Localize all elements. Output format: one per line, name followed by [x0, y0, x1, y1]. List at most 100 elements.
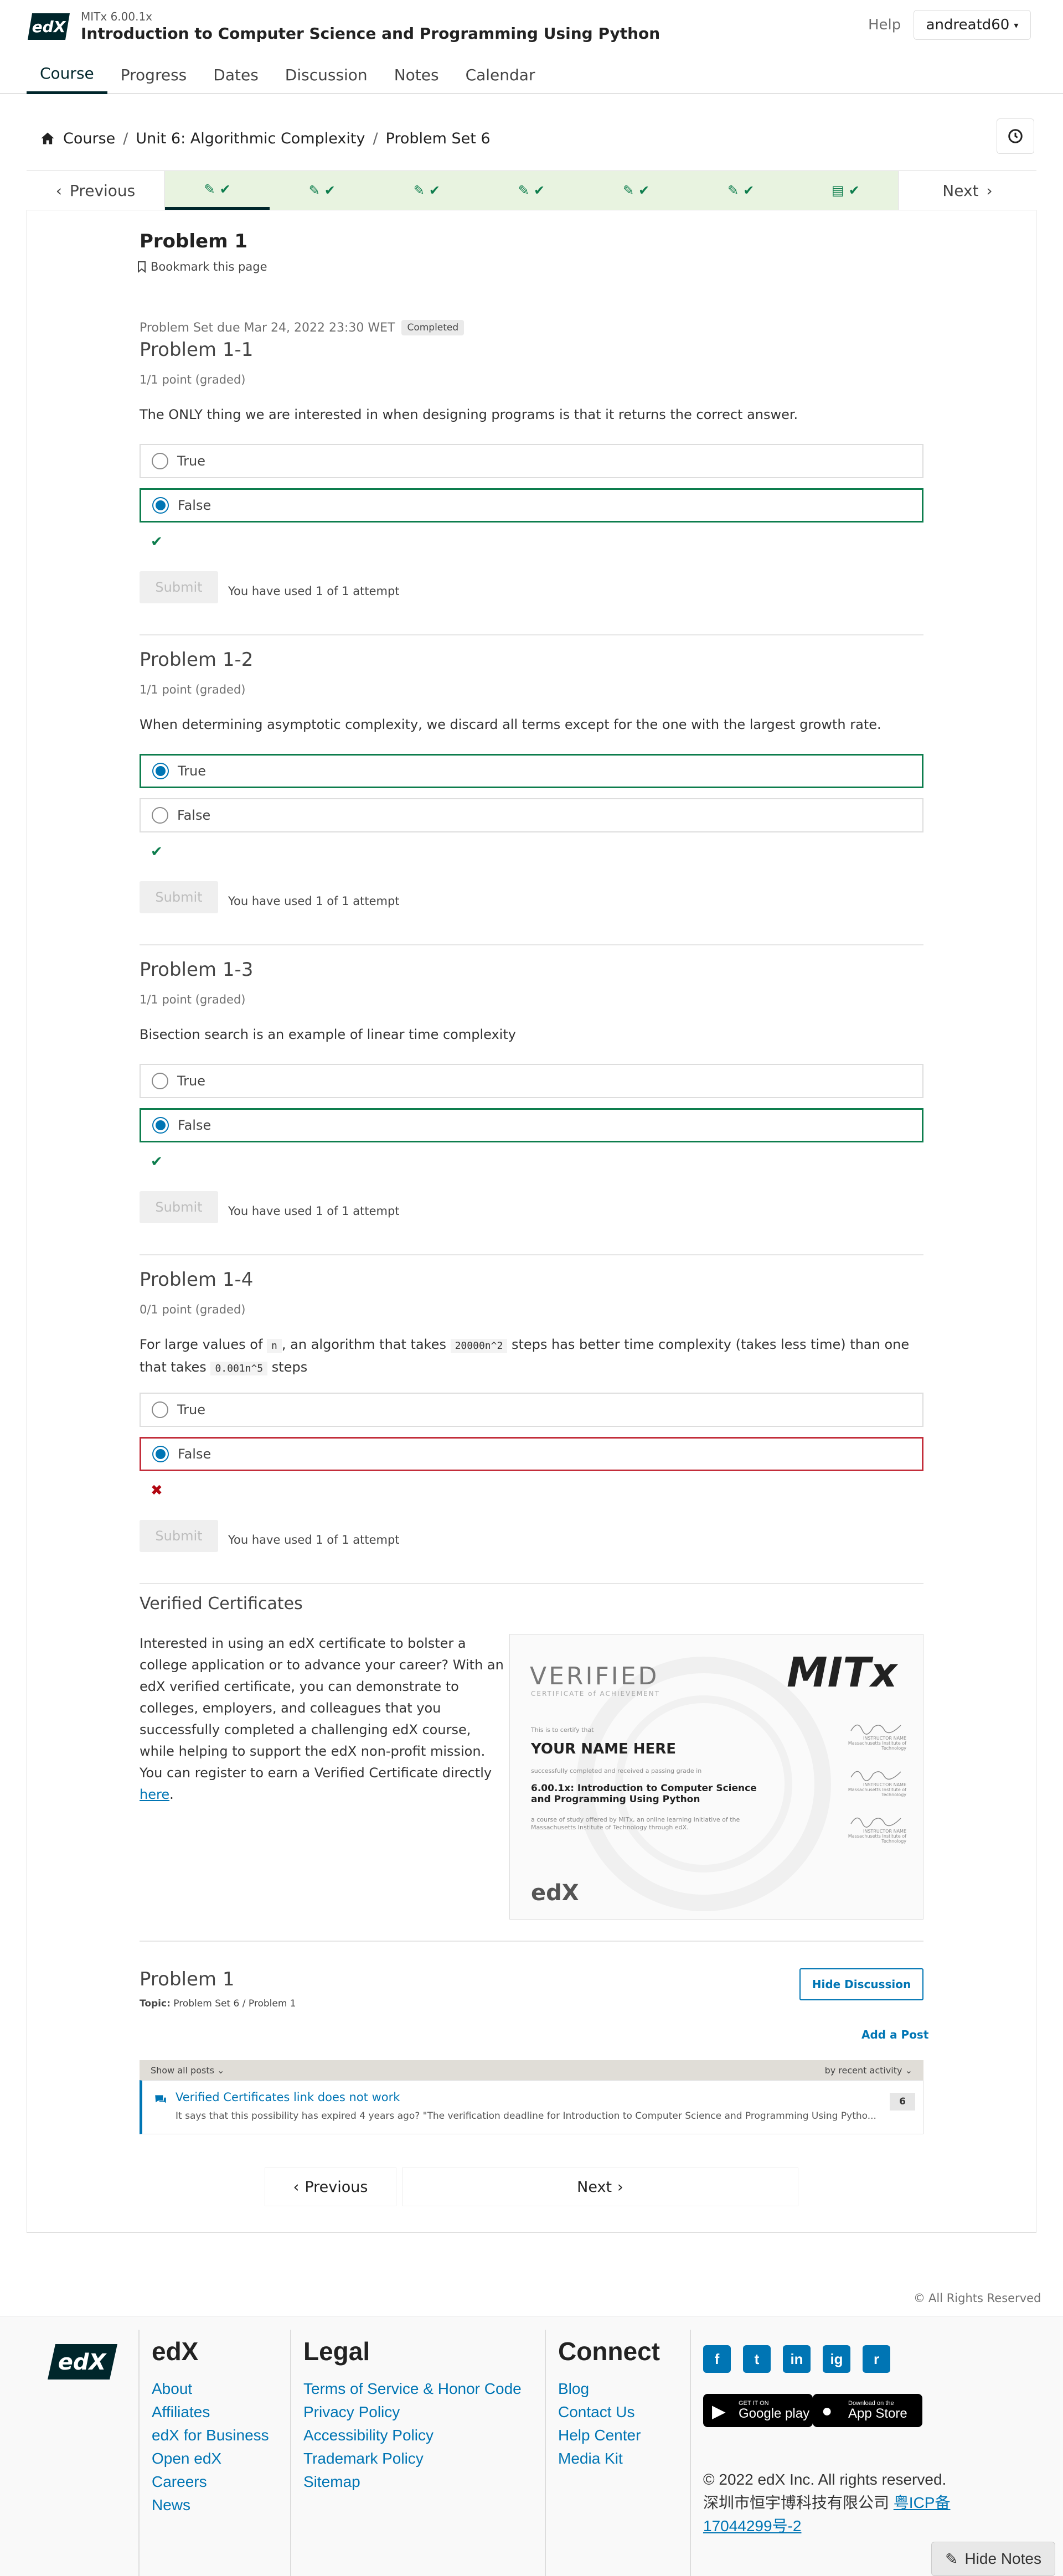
icp-number-link[interactable]: 17044299号-2: [703, 2517, 801, 2534]
document-icon: ▤: [832, 183, 844, 198]
pencil-icon: ✎: [945, 2550, 958, 2568]
choice-true[interactable]: True: [140, 1064, 923, 1098]
sequence-unit-3[interactable]: ✎ ✔: [374, 171, 479, 210]
problem-question: When determining asymptotic complexity, …: [140, 717, 881, 732]
user-menu-button[interactable]: andreatd60 ▾: [914, 10, 1031, 40]
edit-icon: ✎: [518, 183, 529, 198]
radio-button[interactable]: [152, 1446, 169, 1462]
choice-label: True: [178, 763, 206, 779]
sequence-unit-2[interactable]: ✎ ✔: [270, 171, 375, 210]
previous-button[interactable]: ‹ Previous: [265, 2168, 396, 2206]
footer-link-help-center[interactable]: Help Center: [558, 2424, 660, 2447]
linkedin-icon[interactable]: in: [783, 2345, 811, 2373]
breadcrumb-unit[interactable]: Unit 6: Algorithmic Complexity: [136, 130, 365, 147]
footer-link-contact[interactable]: Contact Us: [558, 2401, 660, 2424]
sequence-unit-1[interactable]: ✎ ✔: [165, 171, 270, 210]
tab-discussion[interactable]: Discussion: [272, 55, 381, 94]
reddit-icon[interactable]: r: [863, 2345, 890, 2373]
twitter-icon[interactable]: t: [743, 2345, 771, 2373]
sequence-unit-4[interactable]: ✎ ✔: [479, 171, 584, 210]
tab-course[interactable]: Course: [27, 55, 107, 94]
footer-link-terms[interactable]: Terms of Service & Honor Code: [303, 2377, 522, 2401]
comment-count-badge: 6: [890, 2093, 915, 2111]
bookmark-button[interactable]: Bookmark this page: [137, 260, 267, 273]
incorrect-x-icon: ✖: [151, 1482, 163, 1499]
help-link[interactable]: Help: [868, 17, 901, 33]
footer-link-blog[interactable]: Blog: [558, 2377, 660, 2401]
sequence-unit-6[interactable]: ✎ ✔: [688, 171, 793, 210]
footer-link-careers[interactable]: Careers: [152, 2470, 269, 2494]
submit-button[interactable]: Submit: [140, 1520, 218, 1552]
discussion-title: Problem 1: [140, 1968, 235, 1990]
question-text: For large values of: [140, 1337, 263, 1352]
thread-title[interactable]: Verified Certificates link does not work: [176, 2091, 400, 2104]
sequence-previous-button[interactable]: ‹ Previous: [27, 171, 165, 210]
sort-dropdown[interactable]: by recent activity ⌄: [825, 2065, 912, 2076]
radio-button[interactable]: [152, 763, 169, 779]
radio-button[interactable]: [152, 807, 168, 824]
sequence-next-button[interactable]: Next ›: [898, 171, 1036, 210]
footer-divider: [690, 2330, 691, 2576]
choice-false[interactable]: False: [140, 488, 923, 523]
sequence-next-label: Next: [942, 181, 979, 200]
certificate-edx-logo: edX: [531, 1880, 579, 1906]
footer-link-media-kit[interactable]: Media Kit: [558, 2447, 660, 2470]
submit-button[interactable]: Submit: [140, 881, 218, 913]
footer-edx-logo[interactable]: edX: [47, 2342, 118, 2382]
choice-true[interactable]: True: [140, 754, 923, 788]
instagram-icon[interactable]: ig: [823, 2345, 850, 2373]
discussion-topic: Topic: Problem Set 6 / Problem 1: [140, 1998, 296, 2009]
breadcrumb-problem-set[interactable]: Problem Set 6: [386, 130, 491, 147]
tab-progress[interactable]: Progress: [107, 55, 200, 94]
add-post-link[interactable]: Add a Post: [861, 2028, 928, 2041]
facebook-icon[interactable]: f: [703, 2345, 731, 2373]
certificate-line: a course of study offered by MITx, an on…: [531, 1816, 740, 1831]
icp-link[interactable]: 粤ICP备: [894, 2494, 951, 2511]
footer-link-open-edx[interactable]: Open edX: [152, 2447, 269, 2470]
next-label: Next: [577, 2178, 612, 2196]
verified-register-link[interactable]: here: [140, 1787, 169, 1802]
submit-button[interactable]: Submit: [140, 1191, 218, 1223]
footer-link-about[interactable]: About: [152, 2377, 269, 2401]
topic-value: Problem Set 6 / Problem 1: [173, 1998, 296, 2009]
footer-link-trademark[interactable]: Trademark Policy: [303, 2447, 522, 2470]
sequence-unit-7[interactable]: ▤ ✔: [793, 171, 898, 210]
choice-false[interactable]: False: [140, 1108, 923, 1142]
choice-label: True: [177, 1073, 205, 1089]
institution-label: Massachusetts Institute of Technology: [848, 1787, 906, 1797]
choice-true[interactable]: True: [140, 1393, 923, 1427]
tab-calendar[interactable]: Calendar: [452, 55, 549, 94]
app-store-badge[interactable]: ● Download on the App Store: [813, 2394, 922, 2427]
footer-link-privacy[interactable]: Privacy Policy: [303, 2401, 522, 2424]
submit-button[interactable]: Submit: [140, 571, 218, 603]
edx-logo[interactable]: edX: [27, 11, 71, 42]
footer-link-affiliates[interactable]: Affiliates: [152, 2401, 269, 2424]
breadcrumb-separator: /: [123, 130, 128, 147]
hide-discussion-button[interactable]: Hide Discussion: [799, 1968, 923, 2000]
tab-dates[interactable]: Dates: [200, 55, 272, 94]
discussion-thread[interactable]: Verified Certificates link does not work…: [140, 2080, 923, 2134]
radio-button[interactable]: [152, 1401, 168, 1418]
next-button[interactable]: Next ›: [402, 2168, 798, 2206]
dates-clock-button[interactable]: [997, 118, 1034, 154]
footer-link-sitemap[interactable]: Sitemap: [303, 2470, 522, 2494]
breadcrumb-course[interactable]: Course: [63, 130, 115, 147]
problem-score: 1/1 point (graded): [140, 373, 246, 386]
radio-button[interactable]: [152, 1073, 168, 1089]
radio-button[interactable]: [152, 1117, 169, 1134]
edit-icon: ✎: [623, 183, 634, 198]
choice-false[interactable]: False: [140, 1437, 923, 1471]
show-all-posts-dropdown[interactable]: Show all posts ⌄: [151, 2065, 224, 2076]
footer-link-news[interactable]: News: [152, 2494, 269, 2517]
tab-notes[interactable]: Notes: [381, 55, 452, 94]
choice-false[interactable]: False: [140, 798, 923, 832]
footer-link-business[interactable]: edX for Business: [152, 2424, 269, 2447]
choice-true[interactable]: True: [140, 444, 923, 478]
radio-button[interactable]: [152, 453, 168, 469]
due-date: Problem Set due Mar 24, 2022 23:30 WET C…: [140, 320, 465, 335]
radio-button[interactable]: [152, 497, 169, 514]
hide-notes-button[interactable]: ✎ Hide Notes: [931, 2542, 1055, 2576]
sequence-unit-5[interactable]: ✎ ✔: [584, 171, 689, 210]
footer-link-accessibility[interactable]: Accessibility Policy: [303, 2424, 522, 2447]
google-play-badge[interactable]: ▶ GET IT ON Google play: [703, 2394, 813, 2427]
